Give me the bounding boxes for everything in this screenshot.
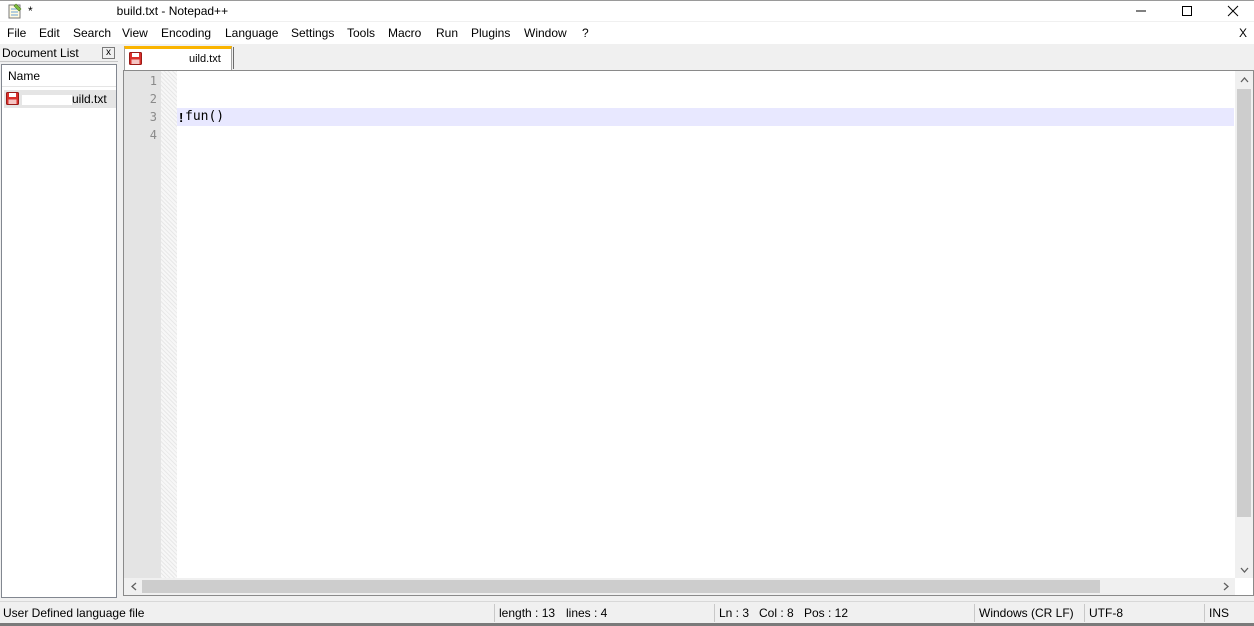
menu-tools[interactable]: Tools [347,25,375,41]
chevron-down-icon [1240,567,1248,573]
status-pos: Pos : 12 [804,606,849,620]
close-document-button[interactable]: X [1239,25,1247,41]
maximize-icon [1182,6,1192,16]
code-line[interactable]: fun() [185,108,224,126]
chevron-left-icon [130,582,136,591]
scroll-up-button[interactable] [1235,72,1253,88]
title-bar: * build.txt - Notepad++ [0,0,1254,21]
maximize-button[interactable] [1164,1,1210,21]
menu-language[interactable]: Language [225,25,278,41]
text-editor-area[interactable]: ! fun() [177,71,1234,578]
status-col: Col : 8 [759,606,794,620]
status-separator [1204,604,1205,622]
document-list-close-button[interactable]: x [102,47,115,59]
menu-file[interactable]: File [7,25,26,41]
chevron-right-icon [1223,582,1229,591]
menu-search[interactable]: Search [73,25,111,41]
scroll-down-button[interactable] [1235,562,1253,578]
vertical-scroll-thumb[interactable] [1237,89,1251,517]
menu-bar: File Edit Search View Encoding Language … [0,22,1254,44]
document-list-panel: Document List x Name uild.txt [0,44,118,598]
status-separator [974,604,975,622]
menu-run[interactable]: Run [436,25,458,41]
current-line-highlight [177,108,1234,126]
status-encoding[interactable]: UTF-8 [1089,605,1123,621]
menu-edit[interactable]: Edit [39,25,60,41]
status-separator [1084,604,1085,622]
line-number: 3 [149,110,157,124]
editor: 1 2 3 4 ! fun() [123,70,1254,596]
horizontal-scroll-thumb[interactable] [142,580,1100,593]
document-list-item-label: uild.txt [22,92,107,106]
document-list-header: Document List x [0,44,118,62]
status-length: length : 13 [499,606,556,620]
line-number: 2 [149,92,157,106]
status-separator [494,604,495,622]
tab-build-txt[interactable]: uild.txt [124,46,232,70]
fold-margin[interactable] [161,71,177,578]
close-icon [1227,5,1239,17]
menu-encoding[interactable]: Encoding [161,25,211,41]
menu-view[interactable]: View [122,25,148,41]
menu-window[interactable]: Window [524,25,567,41]
line-number: 4 [149,128,157,142]
document-list-column-header[interactable]: Name [2,65,116,87]
status-separator [714,604,715,622]
status-lines: lines : 4 [566,606,608,620]
scroll-left-button[interactable] [125,578,142,595]
tab-bar: uild.txt [122,44,1254,70]
menu-help[interactable]: ? [582,25,589,41]
tab-label: uild.txt [145,52,221,66]
menu-macro[interactable]: Macro [388,25,421,41]
status-ln: Ln : 3 [719,606,750,620]
document-list: Name uild.txt [1,64,117,598]
column-name-label: Name [8,69,41,83]
floppy-save-icon [6,92,19,105]
minimize-icon [1136,10,1146,12]
menu-plugins[interactable]: Plugins [471,25,510,41]
document-list-item[interactable]: uild.txt [4,90,116,108]
status-eol[interactable]: Windows (CR LF) [979,605,1074,621]
status-insert-mode[interactable]: INS [1209,605,1229,621]
status-language: User Defined language file [3,606,145,620]
vertical-scrollbar[interactable] [1235,71,1253,578]
window-title: * build.txt - Notepad++ [28,4,229,18]
chevron-up-icon [1240,77,1248,83]
status-bar: User Defined language file length : 13 l… [0,601,1254,623]
document-list-title: Document List [2,46,79,60]
menu-settings[interactable]: Settings [291,25,334,41]
line-number: 1 [149,74,157,88]
notepad-app-icon[interactable] [8,3,22,19]
line-number-gutter: 1 2 3 4 [124,71,161,578]
close-window-button[interactable] [1210,1,1254,21]
scroll-right-button[interactable] [1217,578,1234,595]
tab-separator [233,47,234,69]
horizontal-scrollbar[interactable] [124,578,1235,595]
floppy-save-icon [129,52,142,65]
minimize-button[interactable] [1118,1,1164,21]
bookmark-marker: ! [179,110,184,125]
